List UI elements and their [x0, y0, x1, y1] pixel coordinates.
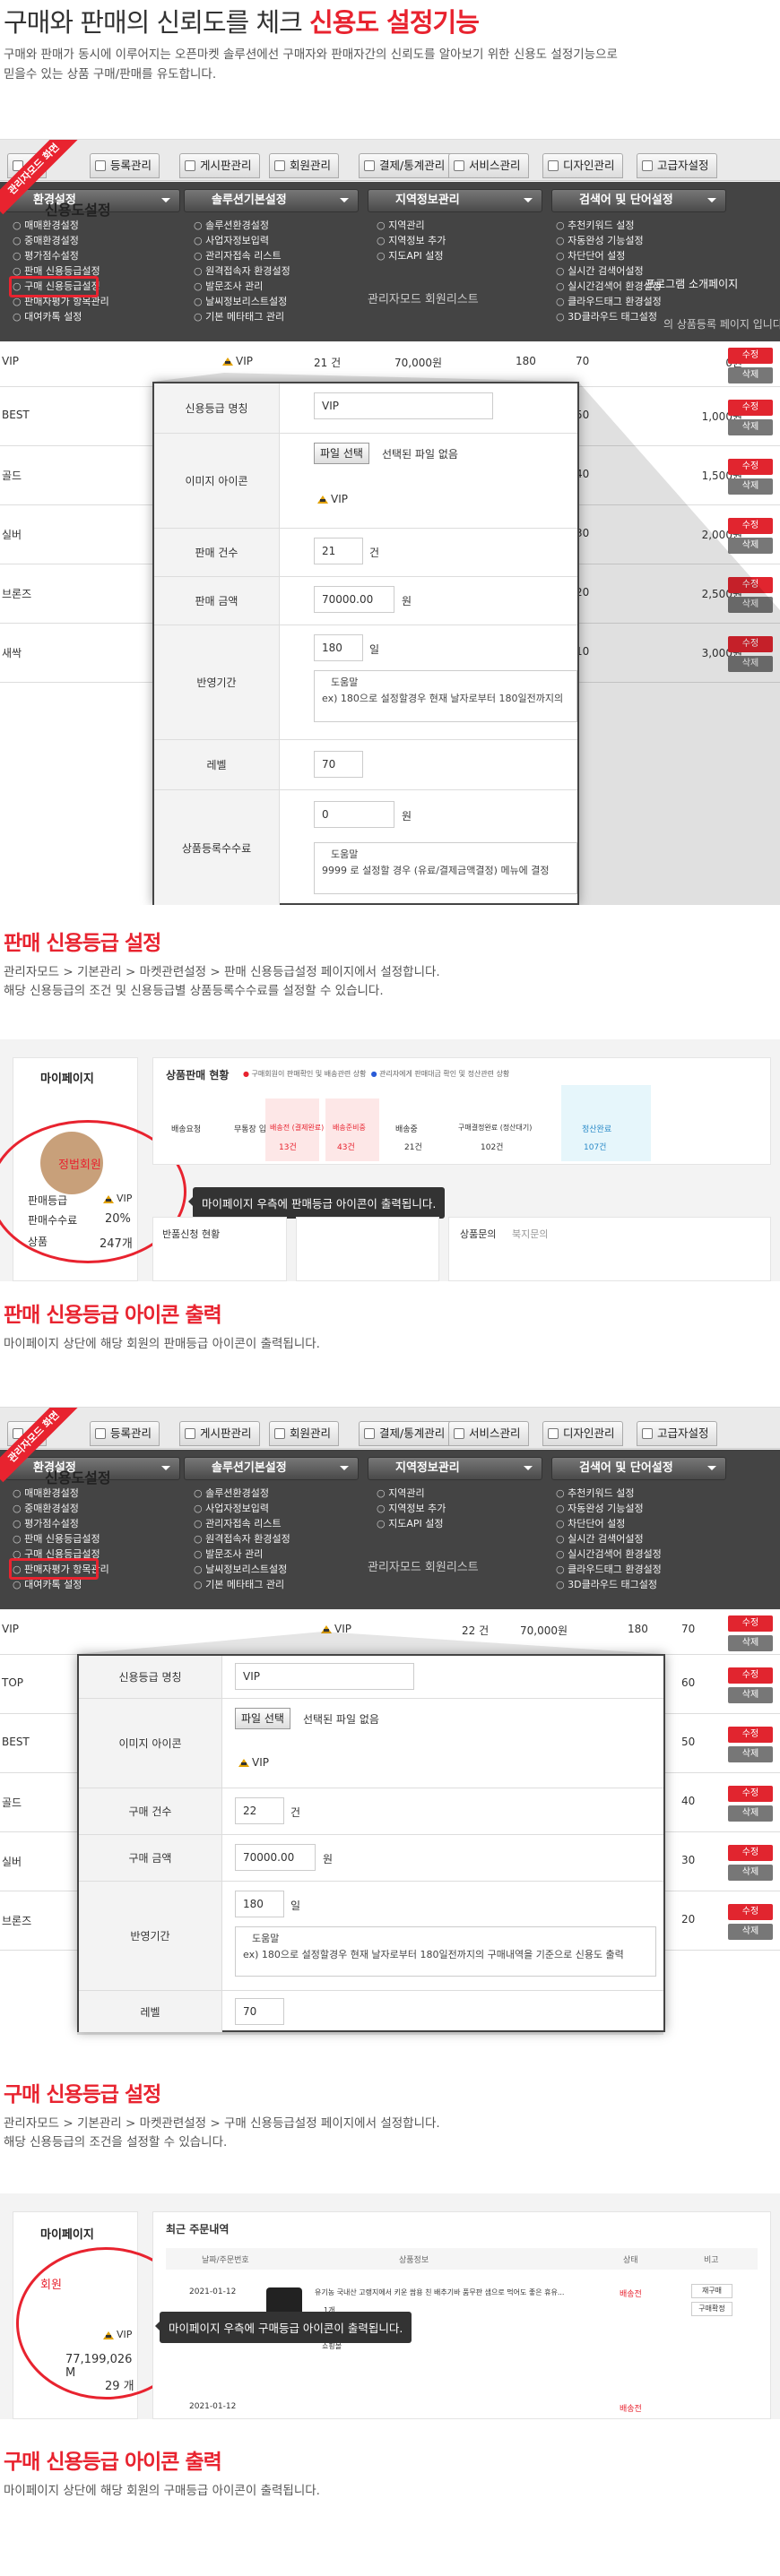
step-label: 배송요청 [171, 1125, 202, 1134]
section-desc: 관리자모드 > 기본관리 > 마켓관련설정 > 판매 신용등급설정 페이지에서 … [4, 965, 440, 998]
grade-name-input[interactable]: VIP [314, 392, 493, 419]
purchase-amount-input[interactable]: 70000.00 [235, 1844, 316, 1871]
admin-screenshot-sell: 기 등록관리 게시판관리 회원관리 결제/통계관리 서비스관리 디자인관리 고급… [0, 139, 780, 905]
fee-input[interactable]: 0 [314, 801, 394, 828]
tooltip-buy-icon: 마이페이지 우측에 구매등급 아이콘이 출력됩니다. [154, 2312, 412, 2343]
order-date: 2021-01-12 [189, 2402, 237, 2411]
section-desc: 마이페이지 상단에 해당 회원의 판매등급 아이콘이 출력됩니다. [4, 1337, 320, 1351]
help-box: 도움말 ex) 180으로 설정할경우 현재 날자로부터 180일전까지의 구매내… [235, 1926, 656, 1977]
step-label: 배송중 [395, 1125, 418, 1134]
admin-screenshot-buy: 기 등록관리 게시판관리 회원관리 결제/통계관리 서비스관리 디자인관리 고급… [0, 1407, 780, 2092]
form-row: 구매 건수 22 건 [79, 1788, 663, 1835]
buy-grade-form: 신용등급 명칭 VIP 이미지 아이콘 파일 선택 선택된 파일 없음 VIP 구매 건… [77, 1654, 665, 2032]
file-select-button[interactable]: 파일 선택 [235, 1708, 290, 1729]
card-box [296, 1217, 439, 1281]
help-box: 도움말 ex) 180으로 설정할경우 현재 날자로부터 180일전까지의 [314, 670, 577, 722]
vip-icon: VIP [238, 1756, 269, 1769]
step-label: 배송준비중 [333, 1124, 366, 1132]
form-row: 이미지 아이콘 파일 선택 선택된 파일 없음 VIP [79, 1699, 663, 1788]
form-row: 반영기간 180 일 도움말 ex) 180으로 설정할경우 현재 날자로부터 180일… [154, 625, 577, 740]
form-row: 판매 건수 21 건 [154, 529, 577, 577]
status-title: 상품판매 현황 [166, 1069, 230, 1081]
card-return: 반품신청 현황 [152, 1217, 287, 1281]
intro-text: 구매와 판매가 동시에 이루어지는 오픈마켓 솔루션에선 구매자와 판매자간의 … [4, 47, 618, 82]
confirm-button[interactable]: 구매확정 [691, 2302, 732, 2316]
form-row: 레벨 70 [79, 1991, 663, 2032]
order-status: 배송전 [620, 2290, 642, 2299]
order-item[interactable]: 유기농 국내산 고랭지에서 키운 쌈용 친 배추기바 품무판 샘으로 먹어도 좋… [315, 2287, 584, 2297]
page-headline: 구매와 판매의 신뢰도를 체크 신용도 설정기능 [4, 7, 480, 38]
mypage-title: 마이페이지 [40, 1073, 94, 1086]
tooltip-sell-icon: 마이페이지 우측에 판매등급 아이콘이 출력됩니다. [187, 1187, 446, 1219]
step-count: 107건 [584, 1143, 607, 1152]
status-legend: ● 구매회원이 판매확인 및 배송관련 상황 ● 관리자에게 판매대금 확인 및… [243, 1070, 510, 1078]
step-count: 21건 [404, 1143, 422, 1152]
level-input[interactable]: 70 [235, 1998, 284, 2025]
section-title-buy-setting: 구매 신용등급 설정 [4, 2083, 161, 2106]
form-row: 신용등급 명칭 VIP [154, 383, 577, 434]
sell-grade-form: 신용등급 명칭 VIP 이미지 아이콘 파일 선택 선택된 파일 없음 VIP 판매 건… [152, 382, 579, 905]
file-select-button[interactable]: 파일 선택 [314, 443, 369, 464]
grade-name-input[interactable]: VIP [235, 1663, 414, 1690]
mypage-screenshot-buy: 마이페이지 회원 VIP 77,199,026 M 29 개 최근 주문내역 날… [0, 2193, 780, 2419]
section-desc: 관리자모드 > 기본관리 > 마켓관련설정 > 구매 신용등급설정 페이지에서 … [4, 2116, 440, 2150]
form-row: 반영기간 180 일 도움말 ex) 180으로 설정할경우 현재 날자로부터 180일… [79, 1882, 663, 1991]
section-title-sell-setting: 판매 신용등급 설정 [4, 932, 161, 955]
recent-title: 최근 주문내역 [166, 2223, 230, 2236]
order-date: 2021-01-12 [189, 2287, 237, 2296]
order-status: 배송전 [620, 2405, 642, 2414]
vip-icon: VIP [317, 493, 348, 505]
section-title-buy-icon: 구매 신용등급 아이콘 출력 [4, 2451, 222, 2474]
purchase-count-input[interactable]: 22 [235, 1797, 284, 1824]
sales-count-input[interactable]: 21 [314, 538, 363, 564]
sales-amount-input[interactable]: 70000.00 [314, 586, 394, 613]
form-row: 구매 금액 70000.00 원 [79, 1835, 663, 1882]
help-box: 도움말 9999 로 설정할 경우 (유료/결제금액결정) 메뉴에 결정 [314, 842, 577, 894]
orders-header: 날짜/주문번호 상품정보 상태 비고 [166, 2248, 758, 2270]
form-row: 판매 금액 70000.00 원 [154, 577, 577, 625]
form-row: 이미지 아이콘 파일 선택 선택된 파일 없음 VIP [154, 434, 577, 529]
section-desc: 마이페이지 상단에 해당 회원의 구매등급 아이콘이 출력됩니다. [4, 2484, 320, 2498]
level-input[interactable]: 70 [314, 751, 363, 778]
step-label: 배송전 (결제완료) [270, 1124, 325, 1132]
section-title-sell-icon: 판매 신용등급 아이콘 출력 [4, 1304, 222, 1327]
step-label: 정산완료 [582, 1125, 612, 1134]
step-count: 102건 [481, 1143, 504, 1152]
form-row: 레벨 70 [154, 740, 577, 790]
step-count: 43건 [337, 1143, 355, 1152]
mypage-title: 마이페이지 [40, 2228, 94, 2242]
period-input[interactable]: 180 [314, 634, 363, 661]
reorder-button[interactable]: 재구매 [691, 2284, 732, 2298]
period-input[interactable]: 180 [235, 1891, 284, 1917]
headline-highlight: 신용도 설정기능 [309, 7, 480, 38]
form-row: 신용등급 명칭 VIP [79, 1656, 663, 1699]
sales-status-card: 상품판매 현황 ● 구매회원이 판매확인 및 배송관련 상황 ● 관리자에게 판… [152, 1057, 771, 1165]
form-row: 상품등록수수료 0 원 도움말 9999 로 설정할 경우 (유료/결제금액결정) 메뉴… [154, 790, 577, 905]
mypage-screenshot-sell: 마이페이지 정법회원 판매등급 VIP 판매수수료 20% 상품 247개 상품… [0, 1039, 780, 1281]
card-inquiry: 상품문의 북지문의 [448, 1217, 771, 1281]
step-label: 구매결정완료 (정산대기) [458, 1124, 533, 1132]
step-count: 13건 [279, 1143, 297, 1152]
